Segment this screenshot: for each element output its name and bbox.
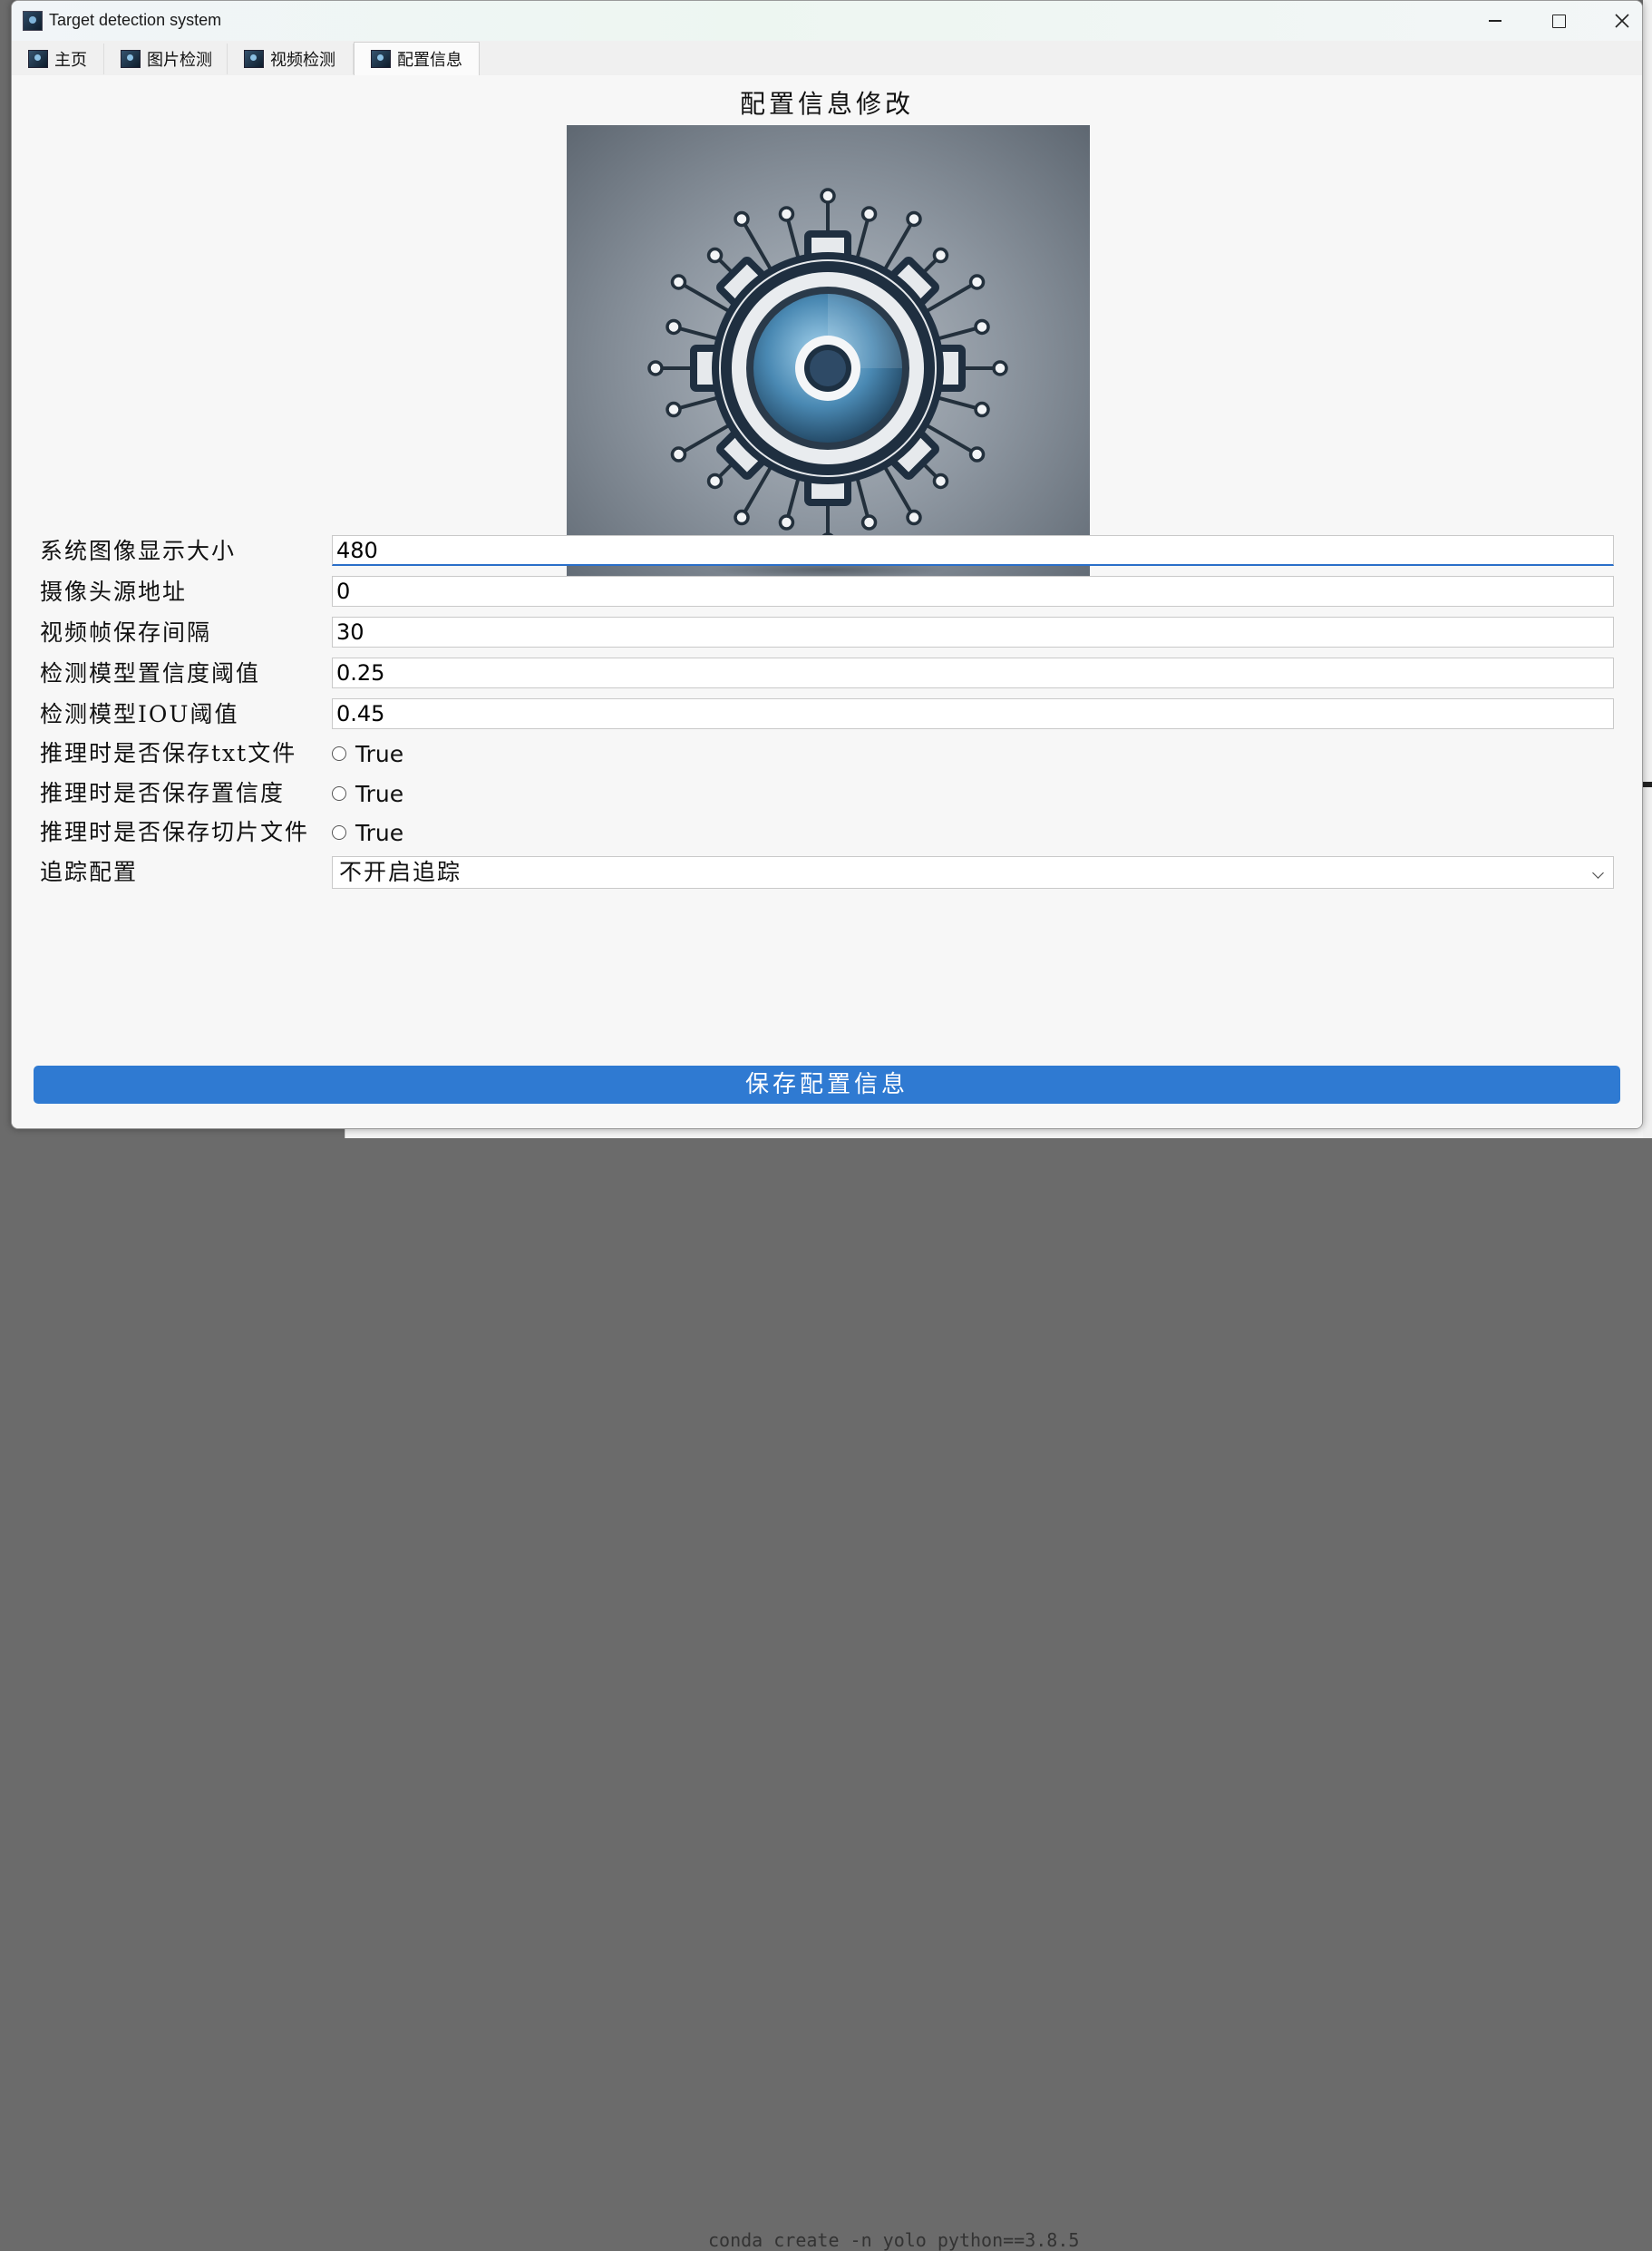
camera-source-input[interactable] xyxy=(332,576,1614,607)
app-window: Target detection system 主页 图片检测 视频检测 配置信… xyxy=(11,0,1643,1129)
circuit-node xyxy=(734,509,750,526)
save-txt-option: True xyxy=(355,740,404,767)
iou-threshold-label: 检测模型IOU阈值 xyxy=(40,701,239,727)
tracking-select-value: 不开启追踪 xyxy=(339,859,462,885)
save-conf-radio[interactable]: True xyxy=(332,777,403,810)
tab-home[interactable]: 主页 xyxy=(12,44,104,74)
maximize-icon xyxy=(1551,14,1566,28)
minimize-button[interactable] xyxy=(1464,1,1526,41)
circuit-node xyxy=(666,401,682,418)
tab-config-info-label: 配置信息 xyxy=(397,51,462,70)
tab-video-detection-label: 视频检测 xyxy=(270,51,335,70)
tab-bar: 主页 图片检测 视频检测 配置信息 xyxy=(12,41,1642,76)
circuit-node xyxy=(906,509,922,526)
circuit-node xyxy=(734,210,750,228)
save-txt-label: 推理时是否保存txt文件 xyxy=(40,740,297,766)
tab-video-detection[interactable]: 视频检测 xyxy=(228,44,354,74)
page-title: 配置信息修改 xyxy=(739,89,914,119)
circuit-node xyxy=(968,274,986,290)
circuit-node xyxy=(860,514,878,531)
radio-button[interactable] xyxy=(332,786,346,801)
form-row-save-conf: 推理时是否保存置信度 True xyxy=(40,777,1627,810)
save-crop-label: 推理时是否保存切片文件 xyxy=(40,819,310,845)
tab-home-label: 主页 xyxy=(54,51,87,70)
radio-button[interactable] xyxy=(332,825,346,840)
form-row-camera-source: 摄像头源地址 xyxy=(40,576,1627,609)
form-row-display-size: 系统图像显示大小 xyxy=(40,535,1627,568)
tracking-label: 追踪配置 xyxy=(40,859,139,885)
circuit-node xyxy=(974,318,990,336)
gear-circuit-icon xyxy=(567,125,1090,604)
window-title: Target detection system xyxy=(49,11,222,29)
tracking-select[interactable]: 不开启追踪 xyxy=(332,856,1614,889)
form-row-frame-interval: 视频帧保存间隔 xyxy=(40,617,1627,649)
close-icon xyxy=(1615,14,1629,28)
circuit-node xyxy=(666,318,682,336)
background-edge xyxy=(1643,0,1652,1138)
display-size-input[interactable] xyxy=(332,535,1614,566)
circuit-node xyxy=(670,274,687,290)
save-config-button[interactable]: 保存配置信息 xyxy=(34,1066,1620,1104)
tab-image-detection-label: 图片检测 xyxy=(147,51,212,70)
circuit-node xyxy=(968,446,986,463)
radio-button[interactable] xyxy=(332,746,346,761)
camera-source-label: 摄像头源地址 xyxy=(40,579,188,605)
save-conf-label: 推理时是否保存置信度 xyxy=(40,780,286,806)
app-tab-icon xyxy=(371,50,391,68)
tab-image-detection[interactable]: 图片检测 xyxy=(104,44,228,74)
save-txt-radio[interactable]: True xyxy=(332,737,403,770)
config-panel: 配置信息修改 系统图像显示大小 480 摄像头源地址 0 视频帧保存间隔 30 … xyxy=(12,75,1642,1128)
circuit-node xyxy=(932,247,949,264)
form-row-conf-threshold: 检测模型置信度阈值 xyxy=(40,658,1627,690)
save-crop-radio[interactable]: True xyxy=(332,816,403,849)
conf-threshold-input[interactable] xyxy=(332,658,1614,688)
form-row-save-txt: 推理时是否保存txt文件 True xyxy=(40,737,1627,770)
circuit-node xyxy=(974,401,990,418)
circuit-node xyxy=(778,206,795,222)
conf-threshold-label: 检测模型置信度阈值 xyxy=(40,660,261,687)
gear-illustration xyxy=(647,188,1008,579)
minimize-icon xyxy=(1489,20,1501,22)
circuit-node xyxy=(706,473,724,490)
form-row-tracking: 追踪配置 不开启追踪 xyxy=(40,856,1627,889)
chevron-down-icon xyxy=(1592,867,1604,879)
maximize-button[interactable] xyxy=(1528,1,1589,41)
title-bar[interactable]: Target detection system xyxy=(12,1,1642,41)
form-row-save-crop: 推理时是否保存切片文件 True xyxy=(40,816,1627,849)
iou-threshold-input[interactable] xyxy=(332,698,1614,729)
app-tab-icon xyxy=(121,50,141,68)
app-tab-icon xyxy=(28,50,48,68)
app-icon xyxy=(23,11,43,31)
tab-config-info[interactable]: 配置信息 xyxy=(354,42,480,75)
close-button[interactable] xyxy=(1591,1,1642,41)
circuit-node xyxy=(860,206,878,222)
save-conf-option: True xyxy=(355,780,404,807)
frame-interval-label: 视频帧保存间隔 xyxy=(40,619,212,646)
frame-interval-input[interactable] xyxy=(332,617,1614,648)
app-tab-icon xyxy=(244,50,264,68)
circuit-node xyxy=(670,446,687,463)
form-row-iou-threshold: 检测模型IOU阈值 xyxy=(40,698,1627,731)
circuit-node xyxy=(706,247,724,264)
circuit-node xyxy=(992,360,1008,376)
circuit-node xyxy=(932,473,949,490)
background-code-line: conda create -n yolo python==3.8.5 xyxy=(708,2229,1080,2251)
circuit-node xyxy=(778,514,795,531)
circuit-node xyxy=(906,210,922,228)
save-crop-option: True xyxy=(355,819,404,846)
circuit-node xyxy=(820,188,836,204)
circuit-node xyxy=(647,360,664,376)
display-size-label: 系统图像显示大小 xyxy=(40,538,237,564)
